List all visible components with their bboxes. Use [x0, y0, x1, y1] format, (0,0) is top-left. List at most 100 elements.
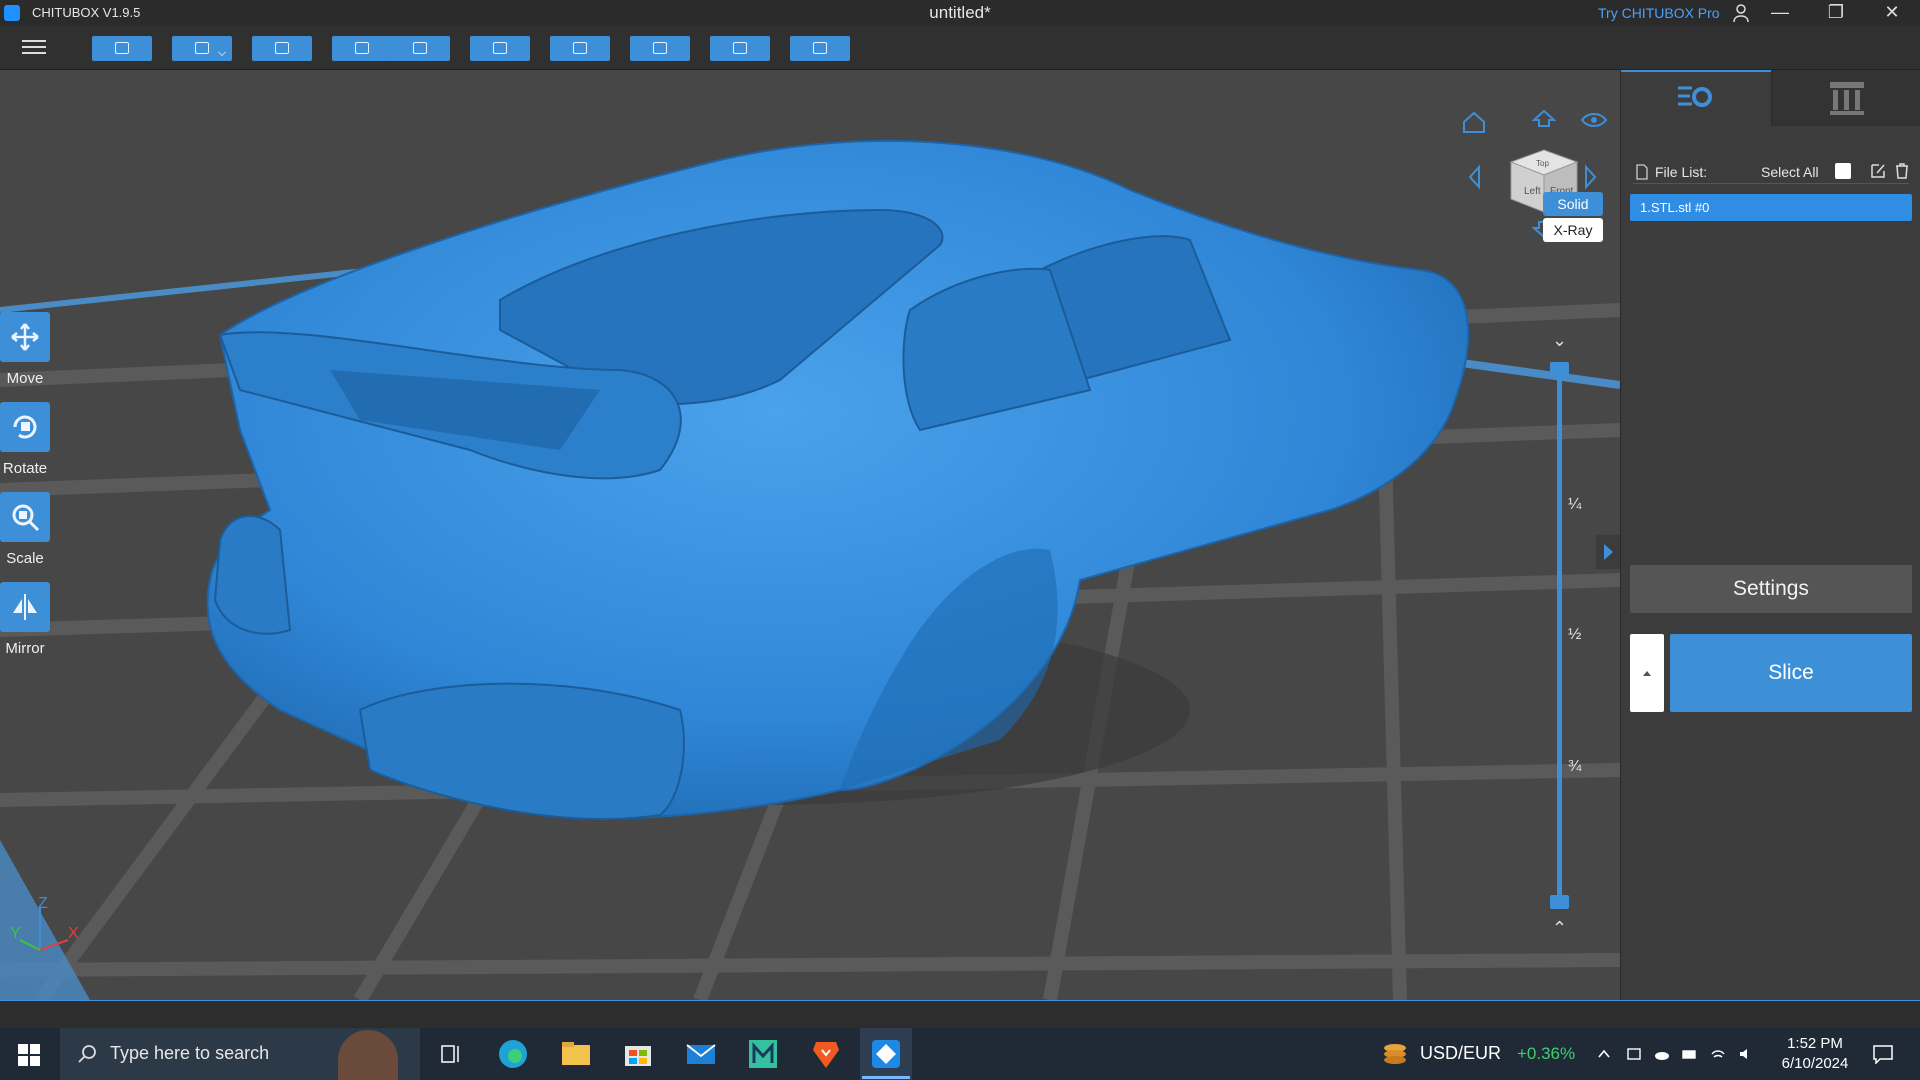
mirror-tool[interactable]: Mirror — [0, 582, 50, 657]
try-pro-link[interactable]: Try CHITUBOX Pro — [1598, 5, 1720, 21]
right-panel: File List: Select All 1.STL.stl #0 Setti… — [1620, 70, 1920, 1000]
status-bar — [0, 1000, 1920, 1028]
open-file-icon — [115, 42, 129, 54]
drain-icon — [813, 42, 827, 54]
close-button[interactable]: ✕ — [1864, 0, 1920, 26]
move-label: Move — [6, 370, 44, 387]
taskbar-search-box[interactable]: Type here to search — [60, 1028, 420, 1080]
scale-icon[interactable] — [0, 492, 50, 542]
slider-mark-half: ½ — [1568, 626, 1582, 643]
slice-options-button[interactable] — [1630, 634, 1664, 712]
volume-icon[interactable] — [1738, 1046, 1754, 1062]
top-view-arrow-icon[interactable] — [1531, 109, 1557, 127]
move-icon[interactable] — [0, 312, 50, 362]
redo-button[interactable] — [390, 36, 450, 61]
layer-slider-track[interactable] — [1557, 368, 1562, 902]
trash-icon[interactable] — [1893, 162, 1911, 180]
search-icon — [78, 1045, 96, 1063]
support-button[interactable] — [630, 36, 690, 61]
left-view-arrow-icon[interactable] — [1468, 164, 1480, 190]
file-icon — [1636, 164, 1648, 180]
mail-icon[interactable] — [683, 1036, 719, 1072]
panel-collapse-tab[interactable] — [1596, 535, 1620, 569]
home-view-icon[interactable] — [1463, 111, 1485, 133]
axis-y-label: Y — [10, 925, 21, 942]
currency-widget-icon[interactable] — [1380, 1040, 1410, 1068]
file-list-header: File List: Select All — [1633, 162, 1909, 184]
toolbar — [0, 26, 1920, 70]
import-button[interactable] — [252, 36, 312, 61]
save-button[interactable] — [172, 36, 232, 61]
undo-icon — [355, 42, 369, 54]
open-file-button[interactable] — [92, 36, 152, 61]
drain-hole-button[interactable] — [790, 36, 850, 61]
windows-start-icon[interactable] — [18, 1044, 40, 1066]
chevron-right-icon — [1604, 544, 1613, 560]
maximize-button[interactable]: ❐ — [1808, 0, 1864, 26]
meet-now-icon[interactable] — [1626, 1046, 1642, 1062]
solid-render-button[interactable]: Solid — [1543, 192, 1603, 216]
slider-down-chevron-icon[interactable]: ⌃ — [1552, 918, 1567, 939]
select-all-checkbox[interactable] — [1835, 163, 1851, 179]
file-list-label: File List: — [1655, 164, 1708, 180]
notification-center-icon[interactable] — [1872, 1044, 1894, 1064]
move-tool[interactable]: Move — [0, 312, 50, 387]
import-icon — [275, 42, 289, 54]
rotate-label: Rotate — [2, 460, 48, 477]
axis-z-label: Z — [38, 895, 48, 912]
mirror-icon[interactable] — [0, 582, 50, 632]
user-icon[interactable] — [1732, 3, 1750, 23]
task-view-icon[interactable] — [432, 1036, 468, 1072]
layer-slider-bottom-handle[interactable] — [1550, 895, 1569, 909]
microsoft-store-icon[interactable] — [620, 1036, 656, 1072]
onedrive-icon[interactable] — [1654, 1046, 1670, 1062]
car-model[interactable] — [206, 139, 1470, 820]
ticker-change: +0.36% — [1517, 1044, 1576, 1063]
library-icon — [1830, 82, 1864, 115]
layer-slider-top-handle[interactable] — [1550, 362, 1569, 376]
right-view-arrow-icon[interactable] — [1585, 164, 1597, 190]
slider-up-chevron-icon[interactable]: ⌄ — [1552, 330, 1567, 351]
brave-browser-icon[interactable] — [808, 1036, 844, 1072]
scale-tool[interactable]: Scale — [0, 492, 50, 567]
file-explorer-icon[interactable] — [558, 1036, 594, 1072]
title-bar: CHITUBOX V1.9.5 untitled* Try CHITUBOX P… — [0, 0, 1920, 26]
3d-viewport[interactable]: Z X Y Move Rotate Scale Mirror Left Top — [0, 70, 1620, 1000]
arrange-button[interactable] — [550, 36, 610, 61]
chevron-down-icon[interactable] — [218, 48, 226, 56]
chitubox-taskbar-icon[interactable] — [868, 1036, 904, 1072]
rotate-icon[interactable] — [0, 402, 50, 452]
hamburger-menu-icon[interactable] — [20, 36, 48, 60]
redo-icon — [413, 42, 427, 54]
show-hidden-icons-chevron-icon[interactable] — [1596, 1046, 1612, 1062]
eye-icon[interactable] — [1580, 113, 1608, 127]
edge-browser-icon[interactable] — [495, 1036, 531, 1072]
slider-mark-quarter: ¼ — [1568, 496, 1582, 513]
axis-x-label: X — [68, 925, 79, 942]
wifi-icon[interactable] — [1710, 1046, 1726, 1062]
minimize-button[interactable]: — — [1752, 0, 1808, 26]
search-highlight-avatar — [338, 1030, 398, 1080]
slice-button[interactable]: Slice — [1670, 634, 1912, 712]
settings-button[interactable]: Settings — [1630, 565, 1912, 613]
system-clock[interactable]: 1:52 PM 6/10/2024 — [1770, 1034, 1860, 1074]
layout-button[interactable] — [470, 36, 530, 61]
clock-date: 6/10/2024 — [1781, 1055, 1849, 1072]
tab-model-settings[interactable] — [1621, 70, 1771, 126]
undo-button[interactable] — [332, 36, 392, 61]
mirror-label: Mirror — [5, 640, 45, 657]
arrange-icon — [573, 42, 587, 54]
layout-icon — [493, 42, 507, 54]
hollow-icon — [733, 42, 747, 54]
file-list-item[interactable]: 1.STL.stl #0 — [1630, 194, 1912, 221]
edit-icon[interactable] — [1869, 162, 1887, 180]
meshmixer-app-icon[interactable] — [745, 1036, 781, 1072]
search-placeholder: Type here to search — [110, 1043, 270, 1063]
battery-icon[interactable] — [1682, 1046, 1698, 1062]
xray-render-button[interactable]: X-Ray — [1543, 218, 1603, 242]
active-app-indicator — [862, 1076, 910, 1079]
ticker-symbol[interactable]: USD/EUR — [1420, 1043, 1501, 1064]
tab-resin-library[interactable] — [1771, 70, 1920, 126]
rotate-tool[interactable]: Rotate — [0, 402, 50, 477]
hollow-button[interactable] — [710, 36, 770, 61]
